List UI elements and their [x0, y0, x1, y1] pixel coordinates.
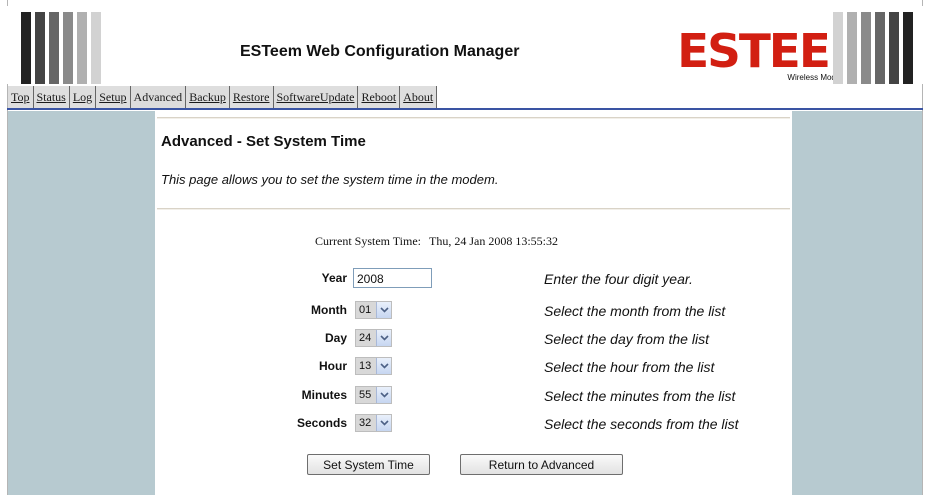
left-stripes-graphic: [21, 12, 101, 84]
tab-restore[interactable]: Restore: [228, 86, 273, 108]
minutes-row: Minutes 55 Select the minutes from the l…: [155, 385, 792, 407]
year-help: Enter the four digit year.: [544, 271, 693, 287]
minutes-select[interactable]: 55: [355, 386, 392, 404]
hour-help: Select the hour from the list: [544, 359, 715, 375]
month-label: Month: [311, 303, 347, 317]
main-content: Advanced - Set System Time This page all…: [155, 111, 792, 495]
tab-list: Top Status Log Setup Advanced Backup Res…: [8, 86, 438, 108]
esteem-logo: ESTEEM Wireless Modems: [677, 26, 875, 82]
chevron-down-icon[interactable]: [376, 415, 391, 431]
seconds-select[interactable]: 32: [355, 414, 392, 432]
tab-advanced[interactable]: Advanced: [129, 86, 186, 108]
minutes-select-value: 55: [359, 389, 372, 401]
year-input[interactable]: 2008: [353, 268, 432, 288]
chevron-down-icon[interactable]: [376, 330, 391, 346]
divider-top: [157, 117, 790, 119]
current-time-value: Thu, 24 Jan 2008 13:55:32: [429, 234, 559, 248]
right-side-panel: [792, 111, 922, 495]
tab-top[interactable]: Top: [8, 86, 33, 108]
year-row: Year 2008 Enter the four digit year.: [155, 268, 792, 290]
seconds-label: Seconds: [296, 416, 347, 430]
tab-backup[interactable]: Backup: [185, 86, 229, 108]
right-stripes-graphic: [833, 12, 913, 84]
hour-row: Hour 13 Select the hour from the list: [155, 356, 792, 378]
seconds-row: Seconds 32 Select the seconds from the l…: [155, 413, 792, 435]
chevron-down-icon[interactable]: [376, 358, 391, 374]
tab-about[interactable]: About: [399, 86, 437, 108]
left-side-panel: [8, 111, 155, 495]
current-system-time: Current System Time: Thu, 24 Jan 2008 13:…: [315, 234, 558, 249]
hour-label: Hour: [319, 359, 347, 373]
month-help: Select the month from the list: [544, 303, 726, 319]
day-help: Select the day from the list: [544, 331, 709, 347]
chevron-down-icon[interactable]: [376, 387, 391, 403]
year-label: Year: [321, 271, 347, 285]
current-time-label: Current System Time:: [315, 234, 422, 248]
seconds-help: Select the seconds from the list: [544, 416, 739, 432]
seconds-select-value: 32: [359, 417, 372, 429]
day-select-value: 24: [359, 332, 372, 344]
page-title: Advanced - Set System Time: [161, 133, 366, 150]
tab-log[interactable]: Log: [68, 86, 96, 108]
tab-software-update[interactable]: SoftwareUpdate: [272, 86, 358, 108]
tab-setup[interactable]: Setup: [95, 86, 130, 108]
tab-reboot[interactable]: Reboot: [357, 86, 400, 108]
day-row: Day 24 Select the day from the list: [155, 328, 792, 350]
month-select-value: 01: [359, 304, 372, 316]
page-description: This page allows you to set the system t…: [161, 172, 499, 187]
tab-divider: [436, 86, 438, 108]
chevron-down-icon[interactable]: [376, 302, 391, 318]
header: ESTeem Web Configuration Manager ESTEEM …: [7, 6, 923, 84]
divider-middle: [157, 208, 790, 210]
tab-status[interactable]: Status: [32, 86, 69, 108]
return-to-advanced-button[interactable]: Return to Advanced: [460, 454, 623, 475]
day-label: Day: [324, 331, 347, 345]
minutes-label: Minutes: [301, 388, 347, 402]
app-title: ESTeem Web Configuration Manager: [240, 43, 520, 60]
month-select[interactable]: 01: [355, 301, 392, 319]
day-select[interactable]: 24: [355, 329, 392, 347]
tab-bar: Top Status Log Setup Advanced Backup Res…: [7, 86, 923, 110]
hour-select-value: 13: [359, 360, 372, 372]
hour-select[interactable]: 13: [355, 357, 392, 375]
minutes-help: Select the minutes from the list: [544, 388, 736, 404]
set-system-time-button[interactable]: Set System Time: [307, 454, 430, 475]
month-row: Month 01 Select the month from the list: [155, 300, 792, 322]
